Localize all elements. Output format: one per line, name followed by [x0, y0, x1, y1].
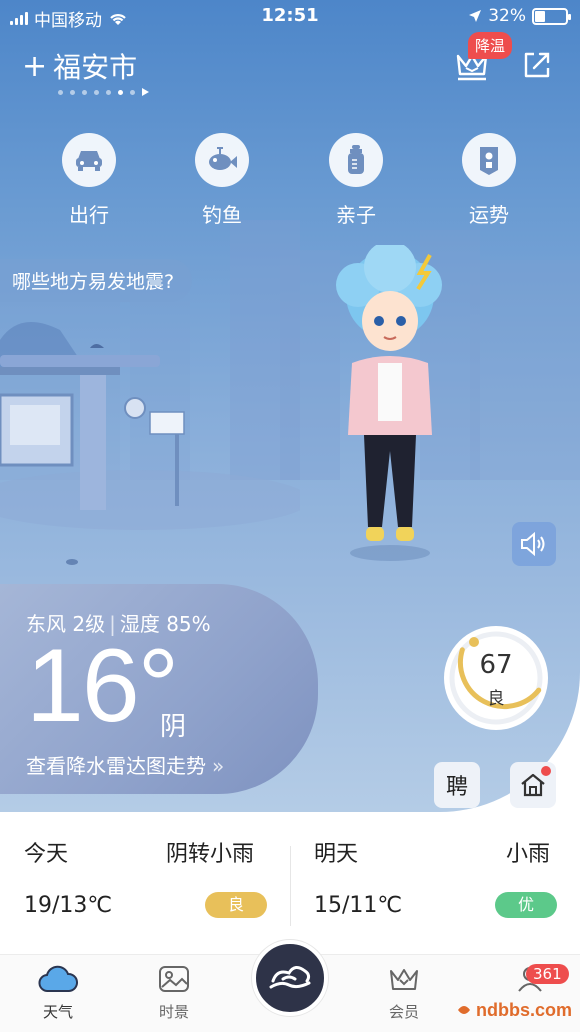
hire-button[interactable]: 聘	[434, 762, 480, 808]
speaker-button[interactable]	[512, 522, 556, 566]
current-condition: 阴	[160, 712, 187, 742]
fortune-icon	[480, 147, 498, 175]
speaker-icon	[521, 531, 545, 557]
aqi-value: 67	[479, 650, 513, 680]
category-label: 亲子	[336, 203, 376, 227]
battery-percent: 32%	[488, 6, 526, 26]
current-weather-card: 东风 2级 | 湿度 85% 16° 阴 查看降水雷达图走势»	[0, 584, 318, 794]
center-logo-button[interactable]	[252, 940, 328, 1016]
nav-label: 时景	[158, 1003, 189, 1021]
fish-icon	[209, 147, 237, 170]
forecast-divider	[290, 846, 291, 926]
category-family[interactable]: 亲子	[311, 133, 401, 228]
battery-icon	[532, 7, 571, 25]
cloud-logo-icon	[269, 966, 311, 989]
tomorrow-label: 明天	[314, 842, 359, 867]
crown-icon	[390, 969, 418, 990]
message-count-badge: 361	[526, 964, 569, 984]
tomorrow-weather: 小雨	[506, 842, 551, 867]
add-city-icon[interactable]: +	[22, 49, 47, 84]
today-temp: 19/13℃	[24, 893, 113, 918]
today-label: 今天	[24, 842, 69, 867]
bus-stop-illustration	[0, 322, 300, 565]
weather-mascot	[336, 245, 442, 561]
radar-link-text: 查看降水雷达图走势	[26, 754, 206, 778]
nav-label: 会员	[388, 1003, 419, 1021]
category-fortune[interactable]: 运势	[444, 133, 534, 228]
double-chevron-icon: »	[212, 754, 225, 778]
home-icon	[521, 773, 545, 797]
today-weather: 阴转小雨	[166, 842, 255, 867]
radar-link[interactable]: 查看降水雷达图走势»	[26, 750, 224, 779]
notification-dot	[541, 766, 551, 776]
home-button[interactable]	[510, 762, 556, 808]
temperature-drop-badge: 降温	[468, 32, 513, 59]
nav-weather[interactable]: 天气	[18, 965, 98, 1022]
category-fishing[interactable]: 钓鱼	[177, 133, 267, 228]
tomorrow-air-badge: 优	[495, 892, 557, 918]
earthquake-question-banner[interactable]: 哪些地方易发地震?	[0, 259, 193, 302]
aqi-level: 良	[487, 689, 505, 709]
aqi-gauge[interactable]: 67 良	[444, 626, 548, 730]
location-arrow-icon	[469, 10, 482, 22]
current-temperature: 16°	[26, 628, 179, 744]
category-label: 运势	[469, 203, 509, 227]
category-label: 出行	[69, 203, 109, 227]
watermark-text: ndbbs.com	[476, 1000, 572, 1020]
today-air-badge: 良	[205, 892, 267, 918]
status-bar: 中国移动 12:51 32%	[0, 0, 580, 34]
site-watermark: ndbbs.com	[458, 1000, 572, 1020]
bottle-icon	[348, 145, 364, 174]
nav-scenery[interactable]: 时景	[134, 965, 214, 1022]
tomorrow-temp: 15/11℃	[314, 893, 403, 918]
image-icon	[159, 966, 189, 992]
share-icon[interactable]	[520, 48, 554, 82]
nav-label: 天气	[42, 1003, 73, 1021]
car-icon	[76, 151, 102, 171]
cloud-icon	[38, 965, 78, 992]
category-travel[interactable]: 出行	[44, 133, 134, 228]
city-name: 福安市	[53, 51, 138, 84]
nav-member[interactable]: 会员	[364, 965, 444, 1022]
city-page-indicator	[58, 88, 149, 96]
city-selector[interactable]: + 福安市	[22, 46, 137, 86]
category-label: 钓鱼	[202, 203, 242, 227]
